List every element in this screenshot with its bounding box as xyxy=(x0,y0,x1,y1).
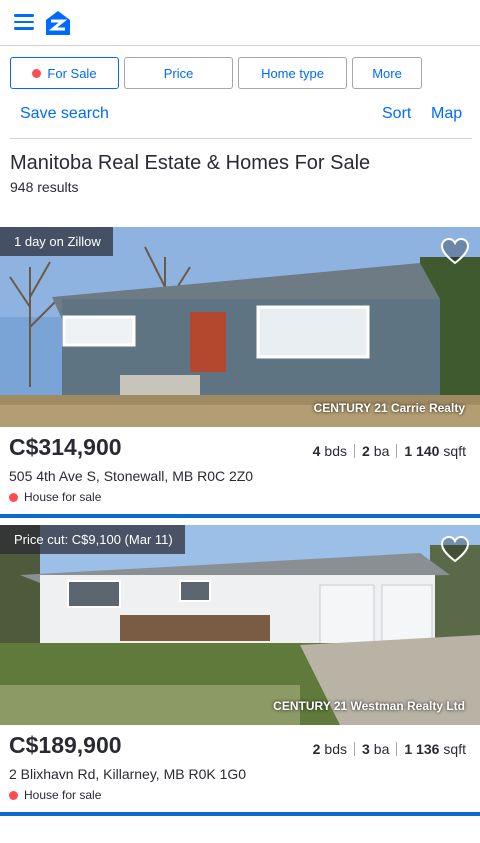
filter-more-button[interactable]: More xyxy=(352,57,422,89)
zillow-logo-icon[interactable] xyxy=(44,9,72,37)
listing-price: C$314,900 xyxy=(9,434,122,460)
filter-label: Price xyxy=(163,65,194,81)
filter-label: More xyxy=(372,65,402,81)
listing-status: House for sale xyxy=(9,490,101,504)
listing-photo[interactable]: 1 day on Zillow CENTURY 21 Carrie Realty xyxy=(0,227,480,427)
sort-link[interactable]: Sort xyxy=(382,105,411,123)
top-bar xyxy=(0,0,480,46)
listing-facts: 4 bds 2 ba 1 140 sqft xyxy=(313,443,466,459)
status-label: House for sale xyxy=(24,490,102,504)
map-link[interactable]: Map xyxy=(431,105,462,123)
beds-value: 2 xyxy=(312,741,321,757)
page-title: Manitoba Real Estate & Homes For Sale xyxy=(10,152,371,174)
listing-agency: CENTURY 21 Carrie Realty xyxy=(313,401,465,415)
listing-facts: 2 bds 3 ba 1 136 sqft xyxy=(313,741,466,757)
divider xyxy=(10,138,472,139)
listing-card[interactable]: 1 day on Zillow CENTURY 21 Carrie Realty… xyxy=(0,227,480,518)
sqft-unit: sqft xyxy=(443,443,466,459)
baths-unit: ba xyxy=(373,741,390,757)
sqft-value: 1 140 xyxy=(404,443,440,459)
listing-badge: 1 day on Zillow xyxy=(0,227,113,256)
listing-badge: Price cut: C$9,100 (Mar 11) xyxy=(0,525,185,554)
filter-label: For Sale xyxy=(47,65,97,81)
listing-card[interactable]: Price cut: C$9,100 (Mar 11) CENTURY 21 W… xyxy=(0,525,480,816)
actions-row: Save search Sort Map xyxy=(0,100,480,130)
beds-unit: bds xyxy=(324,443,347,459)
fact-divider xyxy=(396,444,398,458)
fact-divider xyxy=(396,742,398,756)
filter-for-sale-button[interactable]: For Sale xyxy=(10,57,119,89)
save-search-link[interactable]: Save search xyxy=(20,105,109,123)
listing-status: House for sale xyxy=(9,788,101,802)
listing-agency: CENTURY 21 Westman Realty Ltd xyxy=(273,699,465,713)
for-sale-dot-icon xyxy=(32,68,42,78)
filter-label: Home type xyxy=(261,65,324,81)
beds-unit: bds xyxy=(324,741,347,757)
beds-value: 4 xyxy=(312,443,321,459)
status-dot-icon xyxy=(9,790,18,800)
sqft-unit: sqft xyxy=(443,741,466,757)
filter-home-type-button[interactable]: Home type xyxy=(238,57,347,89)
heart-outline-icon[interactable] xyxy=(440,237,470,265)
listing-price: C$189,900 xyxy=(9,732,122,758)
baths-value: 2 xyxy=(362,443,370,459)
status-label: House for sale xyxy=(24,788,102,802)
listing-photo[interactable]: Price cut: C$9,100 (Mar 11) CENTURY 21 W… xyxy=(0,525,480,725)
fact-divider xyxy=(354,742,355,756)
filter-price-button[interactable]: Price xyxy=(124,57,233,89)
sqft-value: 1 136 xyxy=(404,741,440,757)
baths-value: 3 xyxy=(362,741,370,757)
listing-address[interactable]: 505 4th Ave S, Stonewall, MB R0C 2Z0 xyxy=(9,468,253,484)
house-photo-image xyxy=(0,525,480,725)
results-count: 948 results xyxy=(10,179,79,195)
status-dot-icon xyxy=(9,492,18,502)
fact-divider xyxy=(354,444,355,458)
hamburger-icon[interactable] xyxy=(14,14,34,30)
listing-address[interactable]: 2 Blixhavn Rd, Killarney, MB R0K 1G0 xyxy=(9,766,246,782)
baths-unit: ba xyxy=(373,443,390,459)
heart-outline-icon[interactable] xyxy=(440,535,470,563)
house-photo-image xyxy=(0,227,480,427)
